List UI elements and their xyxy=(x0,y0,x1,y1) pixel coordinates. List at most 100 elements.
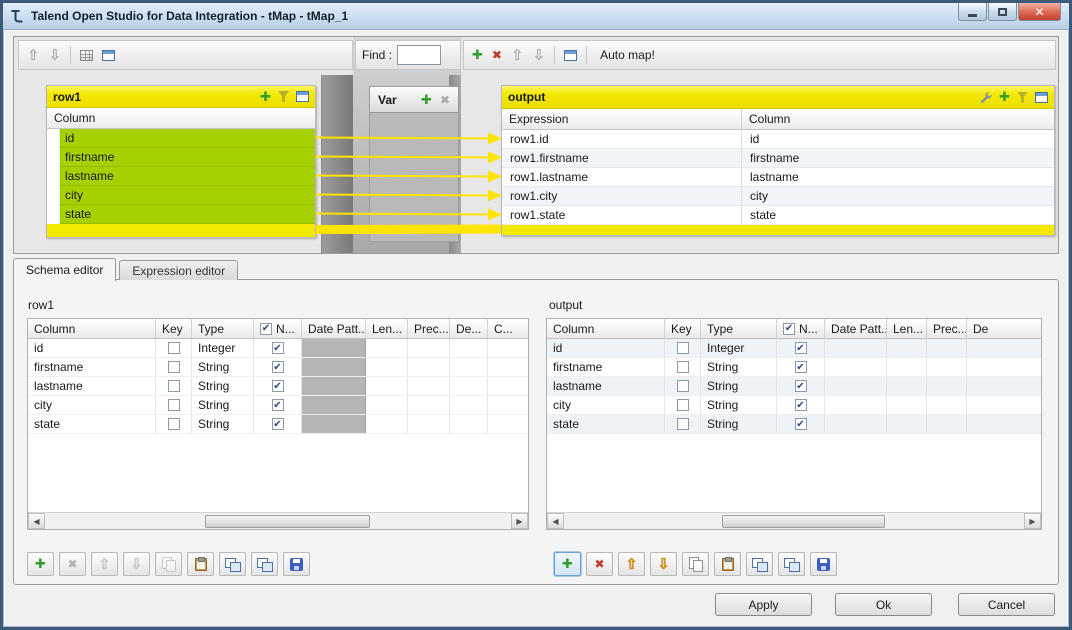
schema-row[interactable]: city String xyxy=(547,396,1041,415)
move-row-down-button[interactable]: ⇩ xyxy=(123,552,150,576)
scroll-left-icon[interactable]: ◀ xyxy=(547,513,564,529)
move-down-icon[interactable]: ⇩ xyxy=(49,48,62,63)
type-cell[interactable]: String xyxy=(192,358,254,376)
length-cell[interactable] xyxy=(366,396,408,414)
minimize-table-icon[interactable] xyxy=(296,91,309,102)
horizontal-scrollbar[interactable]: ◀ ▶ xyxy=(547,512,1041,529)
tab-schema-editor[interactable]: Schema editor xyxy=(13,258,116,281)
expression-cell[interactable]: row1.id xyxy=(502,130,742,148)
column-cell[interactable]: lastname xyxy=(742,168,1054,186)
expression-cell[interactable]: row1.state xyxy=(502,206,742,224)
column-cell[interactable]: city xyxy=(742,187,1054,205)
input-row-label[interactable]: city xyxy=(60,186,315,205)
precision-cell[interactable] xyxy=(408,377,450,395)
header-nullable[interactable]: N... xyxy=(254,319,302,338)
column-name-cell[interactable]: lastname xyxy=(28,377,156,395)
nullable-all-checkbox[interactable] xyxy=(783,323,795,335)
wrench-icon[interactable] xyxy=(979,91,992,104)
precision-cell[interactable] xyxy=(408,358,450,376)
maximize-button[interactable] xyxy=(988,3,1017,21)
precision-cell[interactable] xyxy=(408,339,450,357)
header-column[interactable]: Column xyxy=(28,319,156,338)
apply-button[interactable]: Apply xyxy=(715,593,812,616)
output-row[interactable]: row1.citycity xyxy=(502,187,1054,206)
column-name-cell[interactable]: city xyxy=(547,396,665,414)
length-cell[interactable] xyxy=(887,339,927,357)
add-output-column-icon[interactable]: ✚ xyxy=(999,89,1010,105)
comment-cell[interactable] xyxy=(488,396,528,414)
precision-cell[interactable] xyxy=(408,415,450,433)
nullable-checkbox[interactable] xyxy=(795,342,807,354)
header-type[interactable]: Type xyxy=(701,319,777,338)
default-cell[interactable] xyxy=(450,358,488,376)
output-row[interactable]: row1.firstnamefirstname xyxy=(502,149,1054,168)
nullable-checkbox[interactable] xyxy=(272,361,284,373)
minimize-tables-icon[interactable] xyxy=(102,50,115,61)
column-name-cell[interactable]: state xyxy=(28,415,156,433)
filter-icon[interactable] xyxy=(278,91,289,102)
expression-cell[interactable]: row1.city xyxy=(502,187,742,205)
precision-cell[interactable] xyxy=(927,396,967,414)
add-column-icon[interactable]: ✚ xyxy=(260,89,271,105)
default-cell[interactable] xyxy=(967,415,1041,433)
scroll-right-icon[interactable]: ▶ xyxy=(1024,513,1041,529)
minimize-button[interactable] xyxy=(958,3,987,21)
type-cell[interactable]: String xyxy=(701,415,777,433)
header-date-pattern[interactable]: Date Patt... xyxy=(302,319,366,338)
column-cell[interactable]: state xyxy=(742,206,1054,224)
export-schema-button[interactable] xyxy=(778,552,805,576)
schema-row[interactable]: id Integer xyxy=(28,339,528,358)
column-name-cell[interactable]: firstname xyxy=(28,358,156,376)
type-cell[interactable]: String xyxy=(192,415,254,433)
default-cell[interactable] xyxy=(967,358,1041,376)
add-var-icon[interactable]: ✚ xyxy=(421,92,432,108)
length-cell[interactable] xyxy=(887,377,927,395)
key-checkbox[interactable] xyxy=(168,342,180,354)
move-up-icon[interactable]: ⇧ xyxy=(27,48,40,63)
minimize-output-table-icon[interactable] xyxy=(1035,92,1048,103)
comment-cell[interactable] xyxy=(488,415,528,433)
header-nullable[interactable]: N... xyxy=(777,319,825,338)
table-view-icon[interactable] xyxy=(80,50,93,61)
import-schema-button[interactable] xyxy=(746,552,773,576)
nullable-checkbox[interactable] xyxy=(272,418,284,430)
scroll-left-icon[interactable]: ◀ xyxy=(28,513,45,529)
column-cell[interactable]: id xyxy=(742,130,1054,148)
input-table-header[interactable]: row1 ✚ xyxy=(47,86,315,108)
cancel-button[interactable]: Cancel xyxy=(958,593,1055,616)
input-row[interactable]: id xyxy=(47,129,315,148)
input-row[interactable]: firstname xyxy=(47,148,315,167)
length-cell[interactable] xyxy=(366,358,408,376)
restore-tables-icon[interactable] xyxy=(564,50,577,61)
key-checkbox[interactable] xyxy=(677,342,689,354)
default-cell[interactable] xyxy=(967,396,1041,414)
header-column[interactable]: Column xyxy=(547,319,665,338)
header-precision[interactable]: Prec... xyxy=(408,319,450,338)
titlebar[interactable]: Talend Open Studio for Data Integration … xyxy=(3,3,1069,30)
output-row[interactable]: row1.lastnamelastname xyxy=(502,168,1054,187)
key-checkbox[interactable] xyxy=(677,418,689,430)
scroll-right-icon[interactable]: ▶ xyxy=(511,513,528,529)
default-cell[interactable] xyxy=(450,339,488,357)
add-row-button[interactable]: ✚ xyxy=(554,552,581,576)
comment-cell[interactable] xyxy=(488,339,528,357)
date-pattern-cell[interactable] xyxy=(825,377,887,395)
column-name-cell[interactable]: city xyxy=(28,396,156,414)
nullable-checkbox[interactable] xyxy=(272,399,284,411)
remove-output-icon[interactable]: ✖ xyxy=(492,48,502,62)
import-schema-button[interactable] xyxy=(219,552,246,576)
auto-map-button[interactable]: Auto map! xyxy=(596,46,659,64)
delete-row-button[interactable]: ✖ xyxy=(59,552,86,576)
schema-row[interactable]: state String xyxy=(547,415,1041,434)
nullable-checkbox[interactable] xyxy=(795,399,807,411)
schema-row[interactable]: firstname String xyxy=(28,358,528,377)
column-name-cell[interactable]: firstname xyxy=(547,358,665,376)
save-schema-button[interactable] xyxy=(810,552,837,576)
input-row-label[interactable]: state xyxy=(60,205,315,224)
precision-cell[interactable] xyxy=(408,396,450,414)
schema-row[interactable]: state String xyxy=(28,415,528,434)
save-schema-button[interactable] xyxy=(283,552,310,576)
key-checkbox[interactable] xyxy=(168,418,180,430)
move-row-up-button[interactable]: ⇧ xyxy=(91,552,118,576)
length-cell[interactable] xyxy=(366,377,408,395)
